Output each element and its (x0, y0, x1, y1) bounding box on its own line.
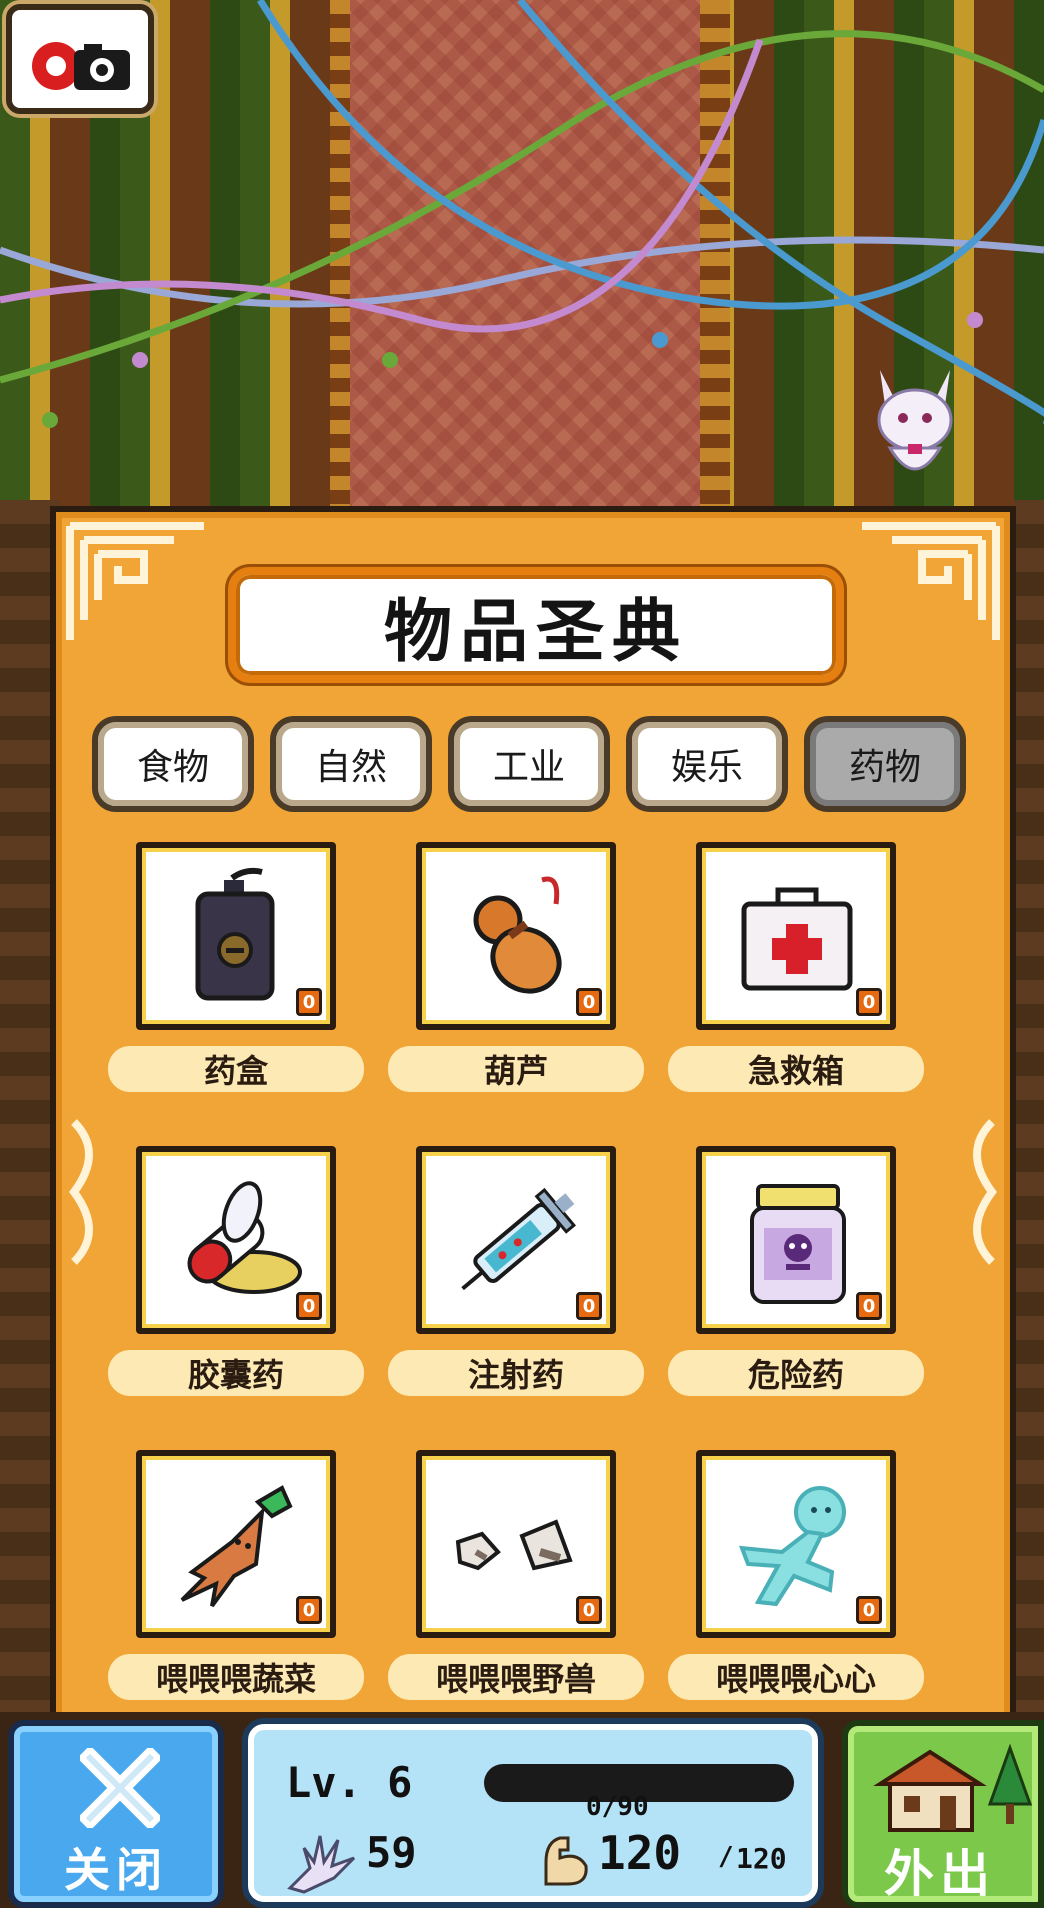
tab-label: 娱乐 (670, 747, 743, 788)
item-name: 葫芦 (483, 1052, 548, 1090)
item-name: 急救箱 (747, 1052, 844, 1090)
house-icon (873, 1744, 1033, 1832)
item-name-label: 喂喂喂心心 (668, 1654, 924, 1700)
item-poison-jar[interactable]: 0 危险药 (668, 1146, 924, 1406)
item-count-badge: 0 (576, 1292, 602, 1320)
close-button[interactable]: 关闭 (8, 1720, 224, 1908)
item-count-badge: 0 (576, 988, 602, 1016)
strength-arm-icon (544, 1836, 588, 1886)
medicine-box-icon (195, 867, 275, 1001)
item-name-label: 葫芦 (388, 1046, 644, 1092)
player-stats-panel: Lv. 6 0/90 59 120 / 120 (242, 1718, 824, 1908)
go-out-label: 外出 (884, 1845, 996, 1903)
item-first-aid-kit[interactable]: 0 急救箱 (668, 842, 924, 1102)
panel-title-box: 物品圣典 (228, 567, 844, 683)
item-name: 喂喂喂蔬菜 (155, 1660, 316, 1698)
item-capsule[interactable]: 0 胶囊药 (108, 1146, 364, 1406)
item-name: 喂喂喂心心 (715, 1660, 876, 1698)
item-name-label: 危险药 (668, 1350, 924, 1396)
item-syringe[interactable]: 0 注射药 (388, 1146, 644, 1406)
tab-medicine[interactable]: 药物 (804, 716, 966, 812)
item-name-label: 喂喂喂蔬菜 (108, 1654, 364, 1700)
item-name-label: 喂喂喂野兽 (388, 1654, 644, 1700)
tab-industry[interactable]: 工业 (448, 716, 610, 812)
go-out-button[interactable]: 外出 (842, 1720, 1044, 1908)
item-card: 0 (696, 1450, 896, 1638)
fang-icon (455, 1519, 573, 1571)
jelly-figure-icon (738, 1486, 846, 1607)
energy-hand-icon (287, 1835, 356, 1894)
first-aid-kit-icon (741, 887, 853, 991)
item-count-badge: 0 (576, 1596, 602, 1624)
item-count-badge: 0 (296, 1292, 322, 1320)
camera-icon (32, 42, 130, 90)
syringe-icon (461, 1187, 577, 1291)
item-name-label: 注射药 (388, 1350, 644, 1396)
tab-food[interactable]: 食物 (92, 716, 254, 812)
item-gourd[interactable]: 0 葫芦 (388, 842, 644, 1102)
item-encyclopedia-panel: 物品圣典 食物 自然 工业 娱乐 药物 0 药盒 0 葫芦 0 急救箱 0 胶囊… (50, 506, 1016, 1728)
poison-jar-icon (750, 1184, 846, 1304)
strength-max: 120 (736, 1842, 787, 1875)
player-level: Lv. 6 (286, 1758, 413, 1807)
item-feed-vegetable[interactable]: 0 喂喂喂蔬菜 (108, 1450, 364, 1710)
side-ornament-left (69, 1119, 93, 1265)
screenshot-camera-button[interactable] (6, 4, 154, 114)
gourd-icon (473, 876, 562, 994)
item-feed-beast[interactable]: 0 喂喂喂野兽 (388, 1450, 644, 1710)
bottom-bar: 关闭 Lv. 6 0/90 59 120 / 120 外出 (0, 1712, 1044, 1908)
item-name: 药盒 (203, 1052, 268, 1090)
lower-right-wall (1014, 500, 1044, 1750)
item-name: 喂喂喂野兽 (435, 1660, 596, 1698)
category-tabs: 食物 自然 工业 娱乐 药物 (92, 716, 972, 812)
bunny-ghost-character (877, 370, 953, 471)
xp-text: 0/90 (586, 1792, 649, 1822)
item-card: 0 (416, 1450, 616, 1638)
item-count-badge: 0 (296, 1596, 322, 1624)
item-card: 0 (136, 842, 336, 1030)
item-card: 0 (136, 1146, 336, 1334)
item-name: 注射药 (467, 1356, 564, 1394)
strength-current: 120 (598, 1826, 682, 1880)
item-name-label: 药盒 (108, 1046, 364, 1092)
tab-nature[interactable]: 自然 (270, 716, 432, 812)
tab-label: 药物 (848, 747, 921, 788)
close-label: 关闭 (64, 1843, 168, 1897)
item-medicine-box[interactable]: 0 药盒 (108, 842, 364, 1102)
item-name: 危险药 (747, 1356, 844, 1394)
item-name-label: 急救箱 (668, 1046, 924, 1092)
tab-label: 食物 (136, 747, 209, 788)
item-count-badge: 0 (856, 1292, 882, 1320)
strength-separator: / (718, 1842, 734, 1872)
item-card: 0 (416, 842, 616, 1030)
tab-entertainment[interactable]: 娱乐 (626, 716, 788, 812)
item-grid: 0 药盒 0 葫芦 0 急救箱 0 胶囊药 0 注射药 0 危险药 0 喂喂喂蔬… (108, 842, 998, 1722)
item-card: 0 (696, 1146, 896, 1334)
item-name: 胶囊药 (187, 1356, 284, 1394)
tab-label: 工业 (492, 747, 565, 788)
corner-ornament-top-right (862, 522, 1000, 640)
mandrake-icon (180, 1485, 293, 1608)
close-icon (80, 1748, 160, 1828)
item-card: 0 (136, 1450, 336, 1638)
corner-ornament-top-left (66, 522, 204, 640)
page-title: 物品圣典 (383, 592, 688, 672)
item-card: 0 (416, 1146, 616, 1334)
capsule-icon (187, 1181, 302, 1294)
item-count-badge: 0 (856, 1596, 882, 1624)
tab-label: 自然 (314, 747, 387, 788)
item-count-badge: 0 (856, 988, 882, 1016)
item-count-badge: 0 (296, 988, 322, 1016)
energy-value: 59 (366, 1828, 417, 1877)
item-name-label: 胶囊药 (108, 1350, 364, 1396)
item-feed-heart[interactable]: 0 喂喂喂心心 (668, 1450, 924, 1710)
item-card: 0 (696, 842, 896, 1030)
